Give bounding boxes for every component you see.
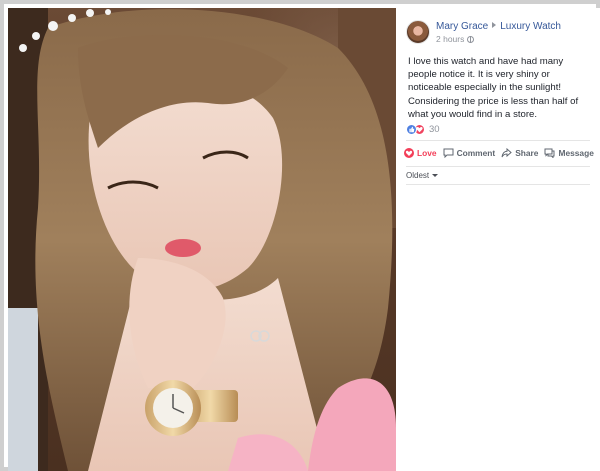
like-reaction-icon — [406, 123, 417, 135]
globe-icon — [467, 36, 475, 43]
share-icon — [501, 148, 512, 158]
timestamp-text[interactable]: 2 hours — [436, 34, 464, 44]
photo-illustration — [8, 8, 396, 471]
message-icon — [544, 148, 555, 158]
love-icon — [404, 148, 414, 158]
post-header: Mary Grace Luxury Watch 2 hours — [406, 20, 596, 50]
post-panel: Mary Grace Luxury Watch 2 hours I love th… — [396, 8, 600, 471]
author-line: Mary Grace Luxury Watch — [436, 21, 561, 33]
share-label: Share — [515, 148, 539, 158]
divider — [406, 140, 590, 141]
post-timestamp[interactable]: 2 hours — [436, 34, 475, 44]
triangle-right-icon — [492, 22, 497, 28]
reaction-summary[interactable]: 30 — [406, 122, 440, 136]
comment-button[interactable]: Comment — [443, 148, 496, 158]
sort-label: Oldest — [406, 171, 430, 180]
share-button[interactable]: Share — [501, 148, 538, 158]
message-button[interactable]: Message — [544, 148, 594, 158]
post-photo[interactable] — [8, 8, 396, 471]
comment-label: Comment — [456, 148, 496, 158]
message-label: Message — [558, 148, 594, 158]
divider — [406, 166, 590, 167]
love-label: Love — [417, 148, 437, 158]
comment-sort-dropdown[interactable]: Oldest — [406, 171, 439, 180]
author-avatar[interactable] — [406, 20, 430, 44]
post-body-text: I love this watch and have had many peop… — [408, 56, 579, 120]
love-button[interactable]: Love — [404, 148, 437, 158]
screenshot-frame: Mary Grace Luxury Watch 2 hours I love th… — [0, 0, 600, 471]
group-name-link[interactable]: Luxury Watch — [500, 21, 561, 32]
reaction-count[interactable]: 30 — [429, 124, 440, 135]
caret-down-icon — [432, 174, 439, 177]
comment-icon — [443, 148, 454, 158]
author-name-link[interactable]: Mary Grace — [436, 21, 488, 32]
action-bar: Love Comment Share Message — [404, 144, 600, 162]
divider — [406, 184, 590, 185]
